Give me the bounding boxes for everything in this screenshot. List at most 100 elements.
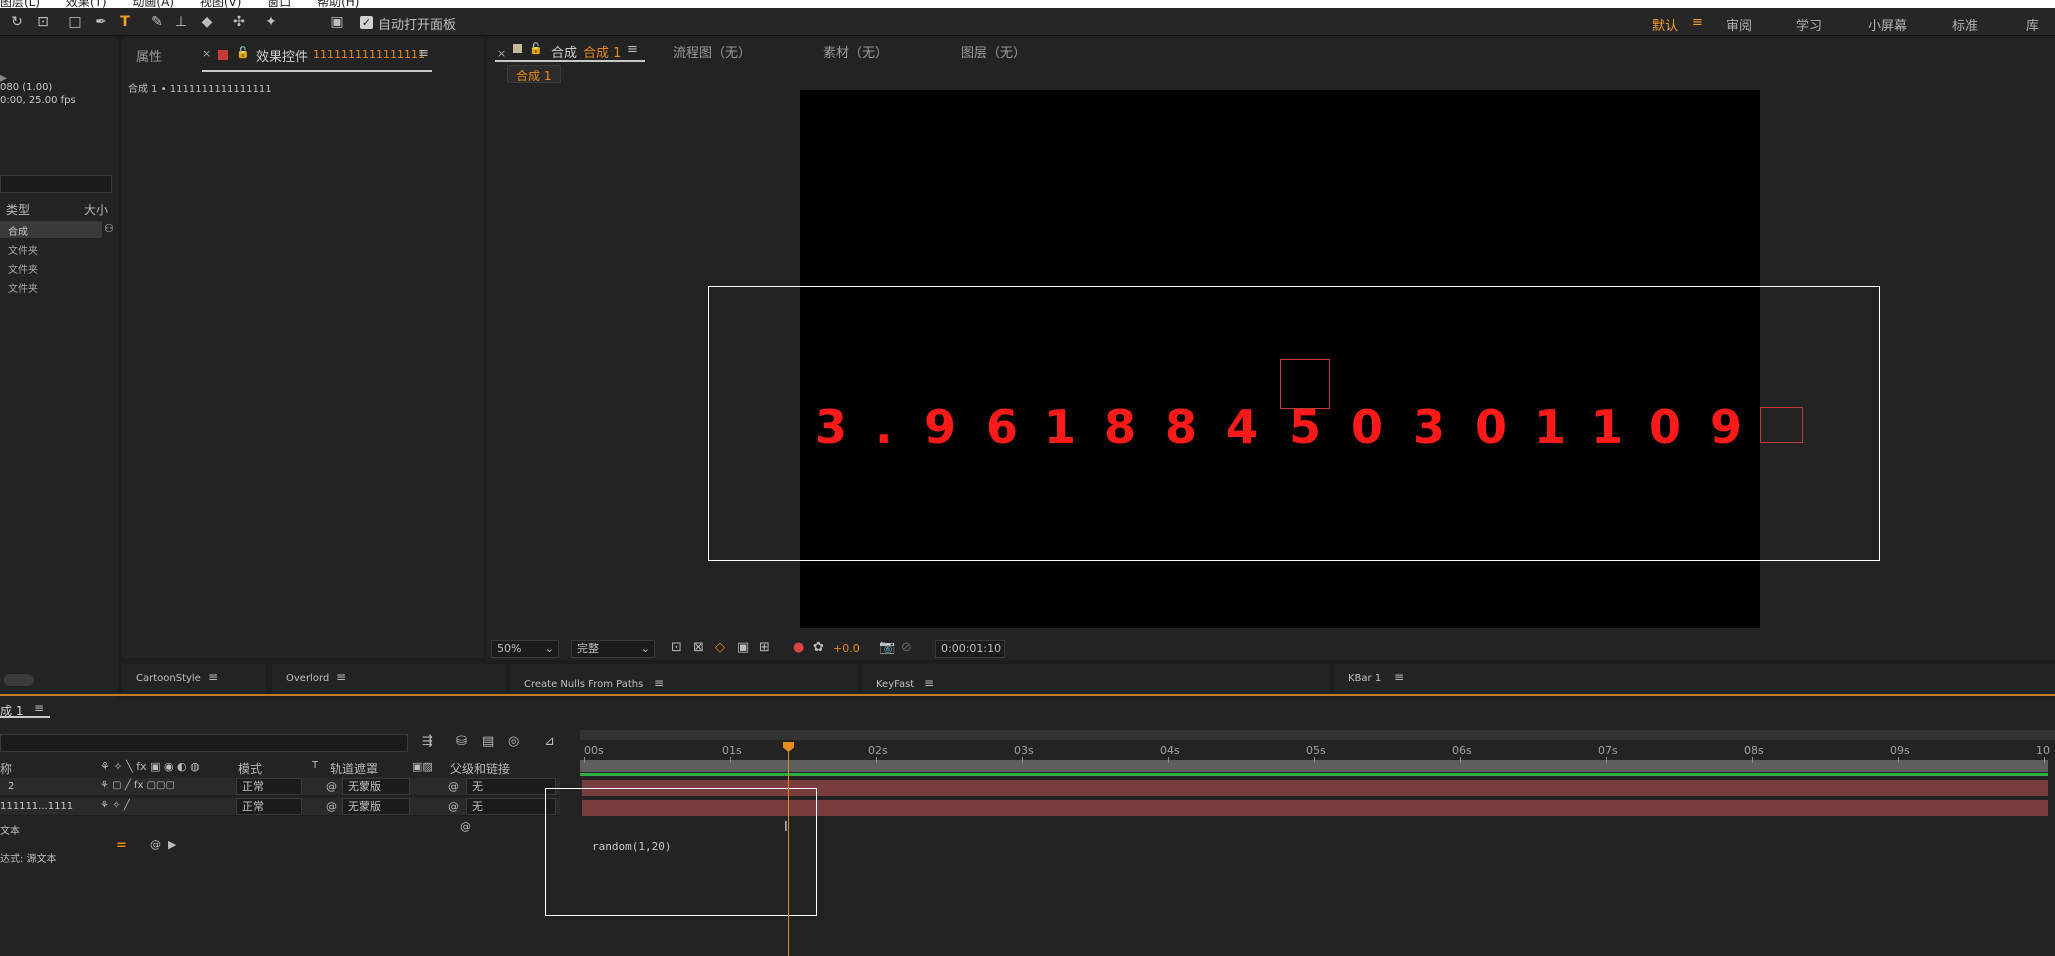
tab-footage[interactable]: 素材（无） <box>823 42 888 61</box>
parent-select[interactable]: 无 <box>466 778 556 795</box>
current-time-field[interactable]: 0:00:01:10 <box>935 640 1005 658</box>
table-row[interactable]: 111111...1111 ⚘ ✧ ╱ 正常 @ 无蒙版 @ 无 <box>0 798 560 816</box>
col-mode-header[interactable]: 模式 <box>238 760 262 777</box>
menu-item-animation[interactable]: 动画(A) <box>132 0 174 8</box>
expression-pickwhip-icon[interactable]: @ <box>150 838 161 851</box>
script-panel-cartoonstyle[interactable]: CartoonStyle ≡ <box>122 664 266 694</box>
expression-enable-icon[interactable]: = <box>116 838 127 853</box>
panel-menu-icon[interactable]: ≡ <box>627 42 638 57</box>
panel-menu-icon[interactable]: ≡ <box>924 676 934 690</box>
trkmat-select[interactable]: 无蒙版 <box>342 798 410 815</box>
type-tool-icon[interactable]: T <box>116 13 134 31</box>
auto-open-checkbox[interactable]: ✓ <box>360 16 373 29</box>
pickwhip-icon[interactable]: @ <box>326 780 337 793</box>
project-search-input[interactable] <box>0 175 112 193</box>
menu-item-help[interactable]: 帮助(H) <box>317 0 359 8</box>
exposure-value[interactable]: +0.0 <box>833 642 860 655</box>
workspace-library[interactable]: 库 <box>2026 15 2039 34</box>
table-row[interactable]: 2 ⚘ ▢ ╱ fx ▢▢▢ 正常 @ 无蒙版 @ 无 <box>0 778 560 796</box>
script-panel-keyfast[interactable]: KeyFast ≡ <box>862 664 1330 694</box>
list-item[interactable]: 合成 <box>0 221 102 238</box>
trkmat-select[interactable]: 无蒙版 <box>342 778 410 795</box>
roto-brush-icon[interactable]: ✣ <box>230 13 248 31</box>
workspace-menu-icon[interactable]: ≡ <box>1692 15 1703 30</box>
workspace-review[interactable]: 审阅 <box>1726 15 1752 34</box>
comp-subtab[interactable]: 合成 1 <box>507 65 561 83</box>
script-panel-kbar[interactable]: KBar 1 ≡ <box>1334 664 2055 694</box>
layer-switches[interactable]: ⚘ ✧ ╱ <box>100 800 130 811</box>
draft-3d-icon[interactable]: ⛁ <box>456 734 467 749</box>
flowchart-icon[interactable]: ⚇ <box>104 222 114 235</box>
mode-select[interactable]: 正常 <box>236 778 302 795</box>
clone-stamp-icon[interactable]: ⊥ <box>172 13 190 31</box>
puppet-pin-icon[interactable]: ✦ <box>262 13 280 31</box>
graph-editor-icon[interactable]: ⊿ <box>544 734 555 749</box>
timeline-search-input[interactable] <box>0 734 408 752</box>
panel-menu-icon[interactable]: ≡ <box>208 670 218 684</box>
col-name-header[interactable]: 称 <box>0 760 12 777</box>
fast-preview-icon[interactable]: ⊡ <box>671 640 682 655</box>
comp-mini-flowchart-icon[interactable]: ⇶ <box>422 734 433 749</box>
close-icon[interactable]: × <box>202 47 211 60</box>
zoom-select[interactable]: 50% ⌄ <box>491 640 559 658</box>
rectangle-tool-icon[interactable]: □ <box>66 13 84 31</box>
col-size-header[interactable]: 大小 <box>84 201 108 218</box>
panel-icon[interactable]: ▣ <box>328 13 346 31</box>
brush-tool-icon[interactable]: ✎ <box>148 13 166 31</box>
panel-menu-icon[interactable]: ≡ <box>418 46 429 61</box>
pen-tool-icon[interactable]: ✒ <box>92 13 110 31</box>
menu-item-window[interactable]: 窗口 <box>267 0 291 8</box>
lock-icon[interactable]: 🔓 <box>529 42 543 55</box>
snapshot-icon[interactable]: 📷 <box>879 640 895 655</box>
col-t-header[interactable]: T <box>312 760 318 771</box>
workspace-learn[interactable]: 学习 <box>1796 15 1822 34</box>
time-navigator[interactable] <box>580 730 2055 740</box>
lock-icon[interactable]: 🔓 <box>236 46 250 59</box>
layer-switches[interactable]: ⚘ ▢ ╱ fx ▢▢▢ <box>100 780 175 791</box>
panel-menu-icon[interactable]: ≡ <box>1394 670 1404 684</box>
expression-language-menu-icon[interactable]: ▶ <box>168 838 176 851</box>
menu-item-layer[interactable]: 图层(L) <box>0 0 40 8</box>
mode-select[interactable]: 正常 <box>236 798 302 815</box>
workspace-default[interactable]: 默认 <box>1652 15 1678 34</box>
panel-menu-icon[interactable]: ≡ <box>336 670 346 684</box>
show-snapshot-icon[interactable]: ⊘ <box>901 640 912 655</box>
panel-menu-icon[interactable]: ≡ <box>654 676 664 690</box>
parent-pickwhip-icon[interactable]: @ <box>448 800 459 813</box>
rotate-tool-icon[interactable]: ↻ <box>8 13 26 31</box>
region-of-interest-icon[interactable]: ▣ <box>737 640 749 655</box>
grid-guides-icon[interactable]: ⊞ <box>759 640 770 655</box>
shy-layers-icon[interactable]: ▤ <box>482 734 494 749</box>
menu-item-view[interactable]: 视图(V) <box>200 0 242 8</box>
col-type-header[interactable]: 类型 <box>6 201 30 218</box>
resolution-select[interactable]: 完整 ⌄ <box>571 640 655 658</box>
project-scrollbar[interactable] <box>4 674 34 686</box>
tab-effect-controls[interactable]: 效果控件 <box>256 46 308 65</box>
panel-menu-icon[interactable]: ≡ <box>34 701 44 715</box>
tab-properties[interactable]: 属性 <box>136 46 162 65</box>
eraser-tool-icon[interactable]: ◆ <box>198 13 216 31</box>
animate-pickwhip-icon[interactable]: @ <box>460 820 471 833</box>
menu-item-effect[interactable]: 效果(T) <box>66 0 107 8</box>
tab-flowchart[interactable]: 流程图（无） <box>673 42 751 61</box>
parent-select[interactable]: 无 <box>466 798 556 815</box>
list-item[interactable]: 文件夹 <box>0 259 102 276</box>
close-icon[interactable]: × <box>497 47 506 60</box>
script-panel-overlord[interactable]: Overlord ≡ <box>272 664 506 694</box>
col-parent-header[interactable]: 父级和链接 <box>450 760 510 777</box>
motion-blur-icon[interactable]: ◎ <box>508 734 519 749</box>
tab-layer[interactable]: 图层（无） <box>961 42 1026 61</box>
list-item[interactable]: 文件夹 <box>0 240 102 257</box>
col-trkmat-header[interactable]: 轨道遮罩 <box>330 760 378 777</box>
workspace-small-screen[interactable]: 小屏幕 <box>1868 15 1907 34</box>
pickwhip-icon[interactable]: @ <box>326 800 337 813</box>
transparency-grid-icon[interactable]: ⊠ <box>693 640 704 655</box>
script-panel-create-nulls[interactable]: Create Nulls From Paths ≡ <box>510 664 858 694</box>
parent-pickwhip-icon[interactable]: @ <box>448 780 459 793</box>
workspace-standard[interactable]: 标准 <box>1952 15 1978 34</box>
color-channels-icon[interactable]: ● <box>793 640 804 655</box>
mask-visibility-icon[interactable]: ◇ <box>715 640 725 655</box>
camera-orbit-icon[interactable]: ⊡ <box>34 13 52 31</box>
color-management-icon[interactable]: ✿ <box>813 640 824 655</box>
tab-composition[interactable]: 合成 <box>551 42 577 61</box>
